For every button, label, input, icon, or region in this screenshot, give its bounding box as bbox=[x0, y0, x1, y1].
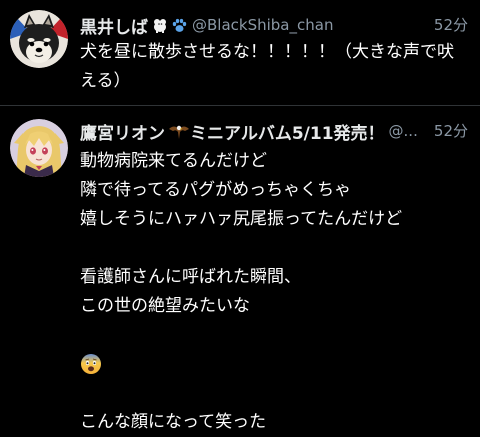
tweet-line: こんな顔になって笑った bbox=[80, 412, 267, 432]
tweet-text: 動物病院来てるんだけど 隣で待ってるパグがめっちゃくちゃ 嬉しそうにハァハァ尻尾… bbox=[80, 147, 466, 437]
user-handle[interactable]: @BlackShiba_chan bbox=[192, 16, 333, 34]
tweet-header: 黒井しば @BlackShiba_chan 52分 bbox=[80, 12, 468, 38]
name-badges bbox=[168, 122, 190, 140]
eagle-icon bbox=[169, 125, 189, 139]
tweet-header: 鷹宮リオン ミニアルバム5/11発売！ @... 52分 bbox=[80, 118, 468, 144]
tweet-main[interactable]: 鷹宮リオン ミニアルバム5/11発売！ @... 52分 動物病院来てるんだけど… bbox=[0, 107, 480, 432]
tweet-divider bbox=[0, 105, 480, 106]
blonde-anime-girl-avatar[interactable] bbox=[10, 119, 68, 177]
tweet-line: 隣で待ってるパグがめっちゃくちゃ bbox=[80, 180, 352, 200]
tweet-line: 嬉しそうにハァハァ尻尾振ってたんだけど bbox=[80, 209, 403, 229]
fearful-face-emoji-line bbox=[80, 350, 466, 379]
tweet-body: 犬を昼に散歩させるな！！！！！（大きな声で吠える） bbox=[80, 42, 454, 91]
name-badges bbox=[151, 16, 188, 34]
tweet-line: 動物病院来てるんだけど bbox=[80, 151, 267, 171]
tweet-text: 犬を昼に散歩させるな！！！！！（大きな声で吠える） bbox=[80, 38, 466, 96]
shiba-dog-avatar[interactable] bbox=[10, 10, 68, 68]
paw-print-icon bbox=[172, 18, 187, 32]
timestamp[interactable]: 52分 bbox=[434, 118, 468, 144]
display-name[interactable]: 黒井しば bbox=[80, 13, 148, 38]
fearful-face-emoji bbox=[81, 354, 101, 374]
display-name-suffix[interactable]: ミニアルバム5/11発売！ bbox=[190, 119, 385, 144]
user-handle[interactable]: @... bbox=[389, 122, 418, 140]
timestamp[interactable]: 52分 bbox=[434, 12, 468, 38]
display-name[interactable]: 鷹宮リオン bbox=[80, 119, 165, 144]
tweet-line: この世の絶望みたいな bbox=[80, 296, 250, 316]
tweet-reply[interactable]: 黒井しば @BlackShiba_chan 52分 犬を昼に散歩させるな！！！！… bbox=[0, 0, 480, 106]
tweet-line: 看護師さんに呼ばれた瞬間、 bbox=[80, 267, 301, 287]
dog-badge-icon bbox=[154, 19, 166, 33]
